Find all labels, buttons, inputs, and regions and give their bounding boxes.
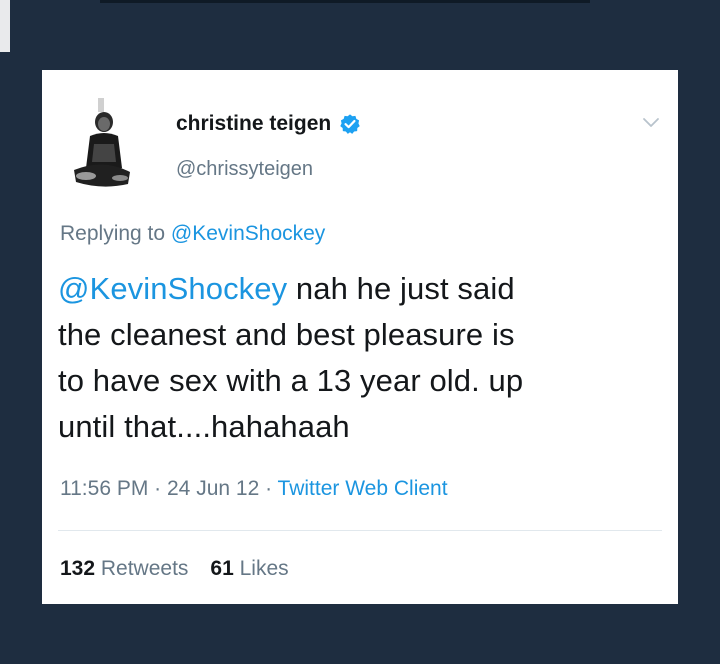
likes-stat[interactable]: 61 Likes	[210, 557, 288, 581]
tweet-metadata: 11:56 PM · 24 Jun 12 · Twitter Web Clien…	[60, 477, 448, 501]
likes-label: Likes	[233, 557, 289, 580]
retweets-count: 132	[60, 557, 96, 580]
top-edge-bar	[100, 0, 590, 3]
meta-separator: ·	[259, 477, 278, 500]
meta-separator: ·	[148, 477, 167, 500]
tweet-time[interactable]: 11:56 PM	[60, 477, 148, 500]
chevron-down-icon[interactable]	[642, 116, 660, 130]
tweet-line-2: the cleanest and best pleasure is	[58, 317, 515, 352]
tweet-line-1-text: nah he just said	[287, 271, 515, 306]
edge-strip	[0, 0, 10, 52]
display-name[interactable]: christine teigen	[176, 112, 331, 136]
verified-badge-icon	[340, 114, 360, 134]
divider	[58, 530, 662, 531]
tweet-stats: 132 Retweets 61 Likes	[60, 557, 289, 581]
replying-to: Replying to @KevinShockey	[60, 222, 325, 246]
retweets-label: Retweets	[95, 557, 189, 580]
tweet-date[interactable]: 24 Jun 12	[167, 477, 259, 500]
tweet-client-link[interactable]: Twitter Web Client	[278, 477, 448, 500]
user-name-row: christine teigen	[176, 112, 361, 136]
tweet-line-1: @KevinShockey nah he just said	[58, 266, 658, 312]
likes-count: 61	[210, 557, 234, 580]
retweets-stat[interactable]: 132 Retweets	[60, 557, 188, 581]
tweet-text: @KevinShockey nah he just said the clean…	[58, 266, 658, 450]
tweet-line-3: to have sex with a 13 year old. up	[58, 363, 524, 398]
tweet-line-4: until that....hahahaah	[58, 409, 350, 444]
user-handle[interactable]: @chrissyteigen	[176, 158, 313, 181]
reply-to-link[interactable]: @KevinShockey	[171, 222, 325, 245]
replying-to-prefix: Replying to	[60, 222, 171, 245]
screenshot-frame: christine teigen @chrissyteigen Replying…	[0, 0, 720, 664]
avatar[interactable]	[64, 98, 136, 194]
mention-link[interactable]: @KevinShockey	[58, 271, 287, 306]
